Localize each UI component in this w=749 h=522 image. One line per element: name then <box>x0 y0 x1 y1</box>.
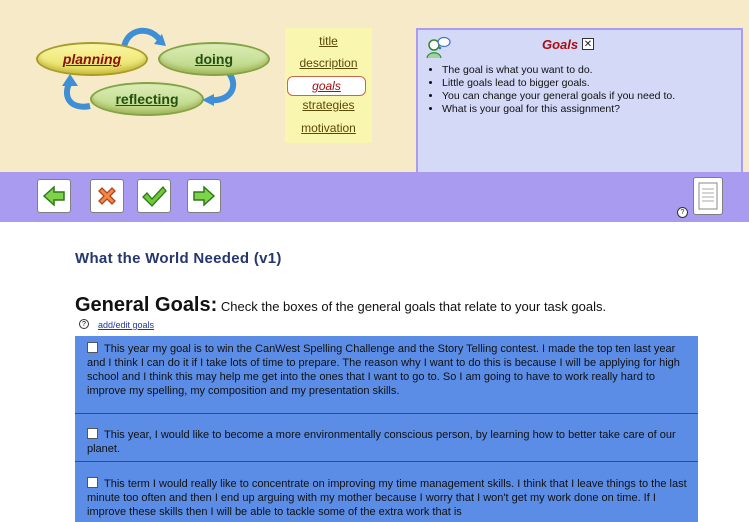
goals-list: This year my goal is to win the CanWest … <box>75 336 698 522</box>
save-button[interactable] <box>137 179 171 213</box>
add-edit-goals-link[interactable]: add/edit goals <box>98 320 154 330</box>
panel-title: Goals <box>542 37 579 52</box>
close-icon[interactable]: ✕ <box>582 38 594 50</box>
next-button[interactable] <box>187 179 221 213</box>
goal-checkbox[interactable] <box>87 428 98 439</box>
list-item: What is your goal for this assignment? <box>442 103 742 116</box>
menu-item-description[interactable]: description <box>285 56 372 70</box>
back-button[interactable] <box>37 179 71 213</box>
notes-button[interactable] <box>693 177 723 215</box>
list-item: This year, I would like to become a more… <box>75 422 698 462</box>
list-item: This year my goal is to win the CanWest … <box>75 336 698 414</box>
goals-help-list: The goal is what you want to do. Little … <box>422 64 742 116</box>
checkmark-icon <box>142 185 167 207</box>
instruction-text: Check the boxes of the general goals tha… <box>220 299 607 314</box>
goal-checkbox[interactable] <box>87 342 98 353</box>
goal-text: This term I would really like to concent… <box>87 478 687 518</box>
goals-help-panel: Goals ✕ The goal is what you want to do.… <box>416 28 743 172</box>
page-title: What the World Needed (v1) <box>75 250 282 267</box>
x-icon <box>98 187 116 205</box>
general-goals-heading: General Goals: Check the boxes of the ge… <box>75 294 606 317</box>
list-item: The goal is what you want to do. <box>442 64 742 77</box>
list-item: Little goals lead to bigger goals. <box>442 77 742 90</box>
menu-item-strategies[interactable]: strategies <box>285 98 372 112</box>
document-icon <box>698 182 718 210</box>
section-menu: title description goals strategies motiv… <box>285 28 372 143</box>
arrow-right-icon <box>193 185 216 207</box>
goal-text: This year my goal is to win the CanWest … <box>87 343 680 397</box>
top-panel: planning doing reflecting title descript… <box>0 0 749 172</box>
help-icon[interactable]: ? <box>79 319 89 329</box>
help-icon[interactable]: ? <box>677 207 688 218</box>
toolbar: ? <box>0 172 749 222</box>
goal-checkbox[interactable] <box>87 477 98 488</box>
menu-item-title[interactable]: title <box>285 34 372 48</box>
list-item: You can change your general goals if you… <box>442 90 742 103</box>
planning-button[interactable]: planning <box>36 42 148 76</box>
menu-item-motivation[interactable]: motivation <box>285 121 372 135</box>
heading-label: General Goals: <box>75 294 218 316</box>
doing-button[interactable]: doing <box>158 42 270 76</box>
goal-text: This year, I would like to become a more… <box>87 429 676 455</box>
delete-button[interactable] <box>90 179 124 213</box>
reflecting-button[interactable]: reflecting <box>90 82 204 116</box>
menu-item-goals[interactable]: goals <box>287 76 366 96</box>
cycle-arrow-left-icon <box>62 74 91 110</box>
list-item: This term I would really like to concent… <box>75 471 698 522</box>
arrow-left-icon <box>42 185 65 207</box>
people-icon <box>426 36 451 59</box>
